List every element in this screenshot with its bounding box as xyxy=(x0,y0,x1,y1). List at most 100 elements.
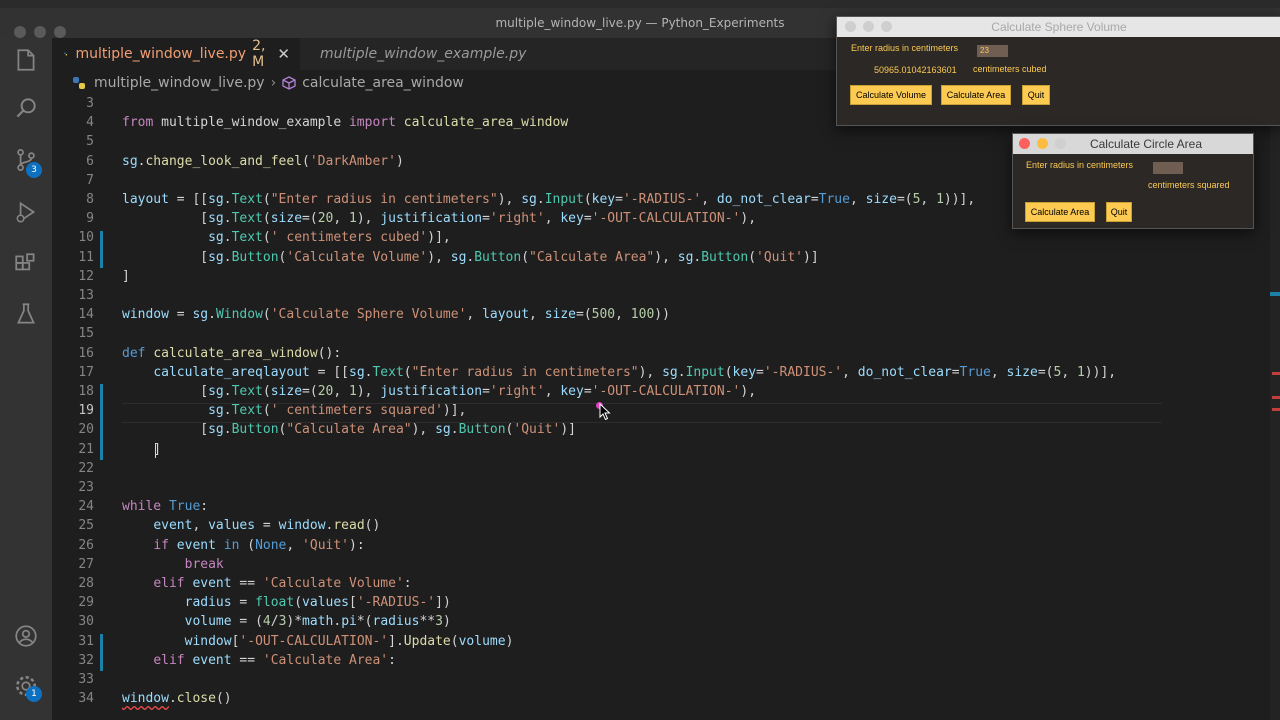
code-text: if event in (None, 'Quit'): xyxy=(153,537,365,553)
line-number: 30 xyxy=(78,614,94,630)
code-text: def calculate_area_window(): xyxy=(122,345,342,361)
line-number: 3 xyxy=(86,96,94,111)
line-number: 16 xyxy=(78,345,94,361)
circle-area-window[interactable]: Calculate Circle Area Enter radius in ce… xyxy=(1012,133,1254,229)
close-tab-icon[interactable]: ✕ xyxy=(277,45,290,63)
tab-status: 2, M xyxy=(252,38,266,70)
sphere-volume-window[interactable]: Calculate Sphere Volume Enter radius in … xyxy=(836,16,1280,126)
minimize-dot[interactable] xyxy=(863,21,874,32)
code-line[interactable]: 31 window['-OUT-CALCULATION-'].Update(vo… xyxy=(52,632,1270,651)
code-text: radius = float(values['-RADIUS-']) xyxy=(184,595,451,611)
code-line[interactable]: 11 [sg.Button('Calculate Volume'), sg.Bu… xyxy=(52,248,1270,267)
code-line[interactable]: 14 window = sg.Window('Calculate Sphere V… xyxy=(52,305,1270,324)
quit-button[interactable]: Quit xyxy=(1106,202,1132,222)
line-number: 19 xyxy=(78,403,94,419)
line-number: 32 xyxy=(78,652,94,668)
circle-window-titlebar[interactable]: Calculate Circle Area xyxy=(1013,134,1253,154)
line-number: 31 xyxy=(78,633,94,649)
quit-button[interactable]: Quit xyxy=(1022,85,1050,105)
settings-badge: 1 xyxy=(26,686,42,702)
chevron-right-icon: › xyxy=(270,75,277,91)
code-line[interactable]: 16 def calculate_area_window(): xyxy=(52,344,1270,363)
code-line[interactable]: 20 [sg.Button("Calculate Area"), sg.Butt… xyxy=(52,420,1270,439)
code-line[interactable]: 32 elif event == 'Calculate Area': xyxy=(52,651,1270,670)
code-line[interactable]: 26 if event in (None, 'Quit'): xyxy=(52,536,1270,555)
code-line[interactable]: 21 ] xyxy=(52,440,1270,459)
code-line[interactable]: 34 window.close() xyxy=(52,689,1270,708)
code-line[interactable]: 23 xyxy=(52,478,1270,497)
code-text: event, values = window.read() xyxy=(153,518,381,534)
code-line[interactable]: 28 elif event == 'Calculate Volume': xyxy=(52,574,1270,593)
sphere-window-titlebar[interactable]: Calculate Sphere Volume xyxy=(837,17,1280,37)
minimize-dot[interactable] xyxy=(1037,138,1048,149)
macos-menu-bar[interactable] xyxy=(0,0,1280,8)
code-line[interactable]: 22 xyxy=(52,459,1270,478)
code-text: [sg.Button('Calculate Volume'), sg.Butto… xyxy=(122,249,819,265)
activity-bar: 3 1 xyxy=(0,38,52,720)
line-number: 27 xyxy=(78,556,94,572)
tab-multiple-window-example[interactable]: multiple_window_example.py xyxy=(300,38,526,70)
close-dot[interactable] xyxy=(845,21,856,32)
python-file-icon xyxy=(73,77,85,89)
line-number: 9 xyxy=(86,211,94,227)
calculate-volume-button[interactable]: Calculate Volume xyxy=(850,85,932,105)
code-line[interactable]: 30 volume = (4/3)*math.pi*(radius**3) xyxy=(52,612,1270,631)
breadcrumb-file[interactable]: multiple_window_live.py xyxy=(94,75,265,91)
code-text: sg.Text(' centimeters cubed')], xyxy=(208,230,451,246)
code-line[interactable]: 13 xyxy=(52,286,1270,305)
radius-input[interactable]: 23 xyxy=(977,45,1008,57)
calculate-area-button[interactable]: Calculate Area xyxy=(941,85,1011,105)
radius-prompt: Enter radius in centimeters xyxy=(1026,160,1134,170)
line-number: 28 xyxy=(78,576,94,591)
circle-window-title: Calculate Circle Area xyxy=(1089,137,1203,151)
code-text: layout = [[sg.Text("Enter radius in cent… xyxy=(122,192,976,207)
extensions-icon[interactable] xyxy=(10,248,42,280)
zoom-dot[interactable] xyxy=(1055,138,1066,149)
run-debug-icon[interactable] xyxy=(10,196,42,228)
line-number: 7 xyxy=(86,172,94,188)
zoom-dot[interactable] xyxy=(881,21,892,32)
mouse-pointer-icon xyxy=(599,403,611,421)
line-number: 34 xyxy=(78,691,94,707)
search-icon[interactable] xyxy=(10,92,42,124)
account-icon[interactable] xyxy=(10,620,42,652)
line-number: 11 xyxy=(78,249,94,265)
code-text: from multiple_window_example import calc… xyxy=(122,115,569,131)
code-line[interactable]: 17 calculate_areqlayout = [[sg.Text("Ent… xyxy=(52,363,1270,382)
line-number: 22 xyxy=(78,460,94,476)
code-line[interactable]: 24 while True: xyxy=(52,497,1270,516)
function-cube-icon xyxy=(282,76,296,90)
code-line[interactable]: 33 xyxy=(52,670,1270,689)
line-number: 6 xyxy=(86,153,94,169)
code-line[interactable]: 10 sg.Text(' centimeters cubed')], xyxy=(52,228,1270,247)
code-line[interactable]: 25 event, values = window.read() xyxy=(52,516,1270,535)
code-text: [sg.Text(size=(20, 1), justification='ri… xyxy=(122,384,757,399)
code-text: sg.change_look_and_feel('DarkAmber') xyxy=(122,153,404,169)
line-number: 25 xyxy=(78,518,94,534)
line-number: 14 xyxy=(78,307,94,323)
tab-multiple-window-live[interactable]: multiple_window_live.py 2, M ✕ xyxy=(52,38,300,70)
line-number: 21 xyxy=(78,441,94,457)
code-line[interactable]: 12] xyxy=(52,267,1270,286)
line-number: 18 xyxy=(78,384,94,399)
editor-scrollbar[interactable] xyxy=(1270,96,1280,720)
radius-input[interactable] xyxy=(1153,162,1183,174)
testing-flask-icon[interactable] xyxy=(10,298,42,330)
close-dot[interactable] xyxy=(1019,138,1030,149)
code-line[interactable]: 15 xyxy=(52,324,1270,343)
breadcrumb-symbol[interactable]: calculate_area_window xyxy=(302,75,464,91)
source-control-badge: 3 xyxy=(26,162,42,178)
code-text: ] xyxy=(122,268,130,284)
explorer-icon[interactable] xyxy=(10,44,42,76)
code-line[interactable]: 29 radius = float(values['-RADIUS-']) xyxy=(52,593,1270,612)
code-line[interactable]: 18 [sg.Text(size=(20, 1), justification=… xyxy=(52,382,1270,401)
line-number: 29 xyxy=(78,595,94,611)
calculate-area-button[interactable]: Calculate Area xyxy=(1025,202,1095,222)
line-number: 8 xyxy=(86,192,94,207)
line-number: 5 xyxy=(86,134,94,150)
line-number: 24 xyxy=(78,499,94,515)
line-number: 33 xyxy=(78,672,94,687)
code-line[interactable]: 27 break xyxy=(52,555,1270,574)
code-line[interactable]: 19 sg.Text(' centimeters squared')], xyxy=(52,401,1270,420)
line-number: 10 xyxy=(78,230,94,246)
